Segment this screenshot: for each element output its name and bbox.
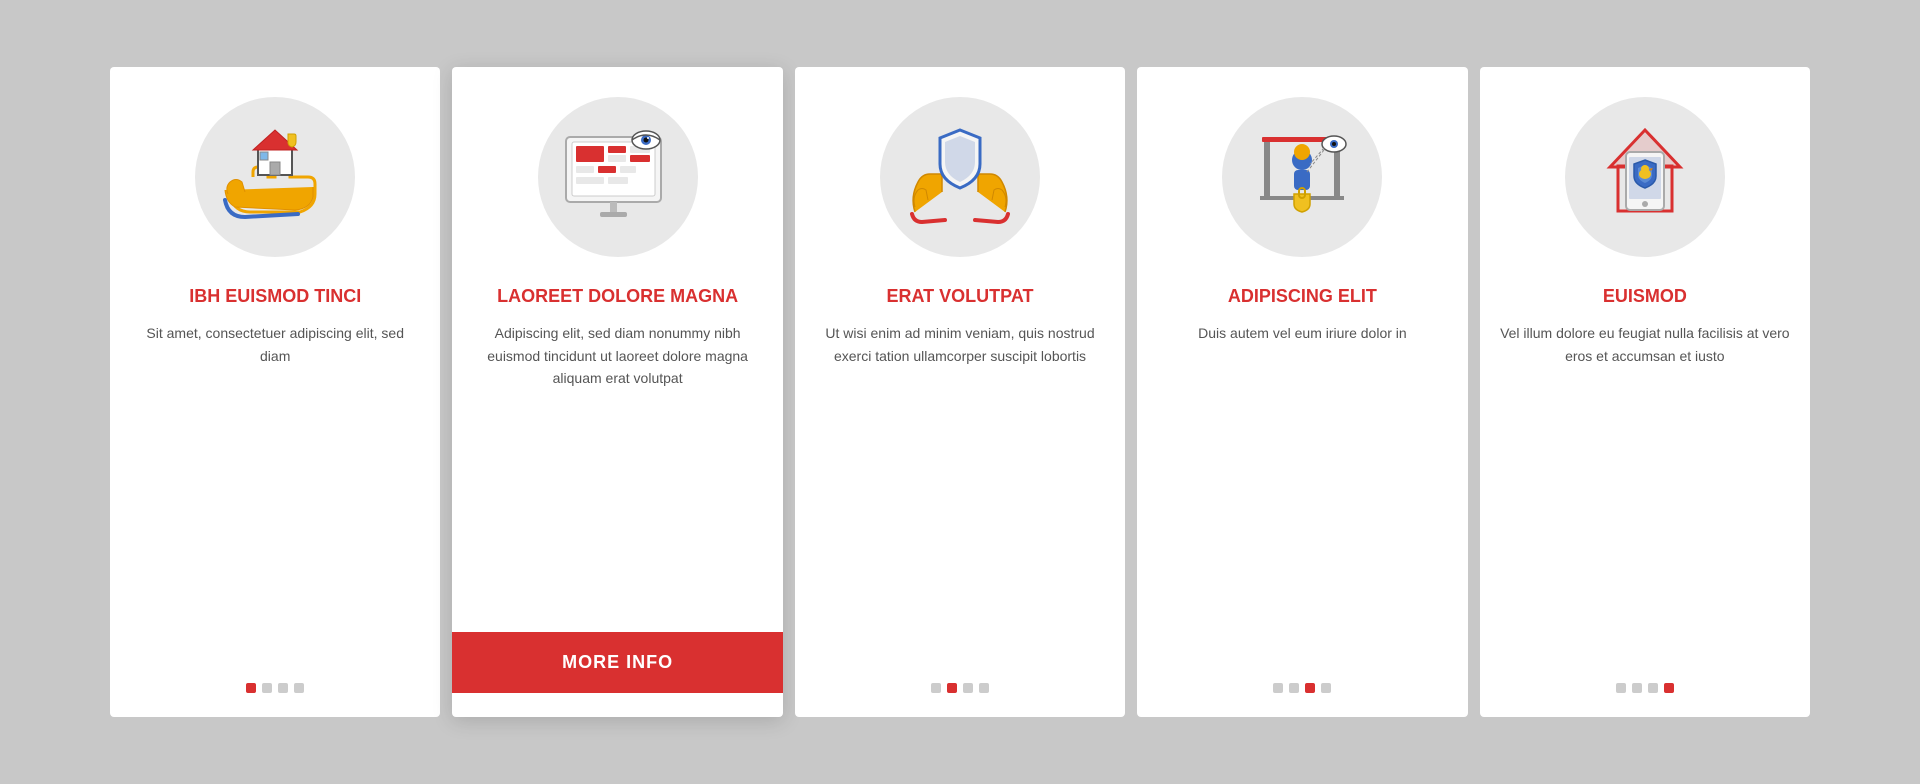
card-2-text: Adipiscing elit, sed diam nonummy nibh e…	[472, 322, 762, 604]
card-2: LAOREET DOLORE MAGNA Adipiscing elit, se…	[452, 67, 782, 717]
card-1-text: Sit amet, consectetuer adipiscing elit, …	[130, 322, 420, 655]
dot	[963, 683, 973, 693]
card-4: ADIPISCING ELIT Duis autem vel eum iriur…	[1137, 67, 1467, 717]
cards-container: IBH EUISMOD TINCI Sit amet, consectetuer…	[110, 67, 1810, 717]
phone-shield-icon	[1590, 122, 1700, 232]
dot	[1648, 683, 1658, 693]
dot	[947, 683, 957, 693]
dot	[278, 683, 288, 693]
hands-shield-icon	[900, 122, 1020, 232]
card-3-dots	[931, 683, 989, 693]
card-1-dots	[246, 683, 304, 693]
card-2-title: LAOREET DOLORE MAGNA	[497, 285, 738, 308]
dot	[246, 683, 256, 693]
dot	[931, 683, 941, 693]
card-4-dots	[1273, 683, 1331, 693]
dot	[1616, 683, 1626, 693]
dot	[294, 683, 304, 693]
person-surveillance-icon	[1242, 122, 1362, 232]
card-4-text: Duis autem vel eum iriure dolor in	[1198, 322, 1407, 655]
dot	[1305, 683, 1315, 693]
card-5-text: Vel illum dolore eu feugiat nulla facili…	[1500, 322, 1790, 655]
more-info-button[interactable]: MORE INFO	[452, 632, 782, 693]
dot	[1632, 683, 1642, 693]
icon-circle-5	[1565, 97, 1725, 257]
icon-circle-3	[880, 97, 1040, 257]
card-1: IBH EUISMOD TINCI Sit amet, consectetuer…	[110, 67, 440, 717]
dot	[1289, 683, 1299, 693]
card-5: EUISMOD Vel illum dolore eu feugiat null…	[1480, 67, 1810, 717]
icon-circle-1	[195, 97, 355, 257]
card-3: ERAT VOLUTPAT Ut wisi enim ad minim veni…	[795, 67, 1125, 717]
dot	[1321, 683, 1331, 693]
dot	[262, 683, 272, 693]
icon-circle-2	[538, 97, 698, 257]
dot	[1664, 683, 1674, 693]
dot	[1273, 683, 1283, 693]
card-5-dots	[1616, 683, 1674, 693]
card-3-text: Ut wisi enim ad minim veniam, quis nostr…	[815, 322, 1105, 655]
dot	[979, 683, 989, 693]
monitor-eye-icon	[558, 122, 678, 232]
card-3-title: ERAT VOLUTPAT	[887, 285, 1034, 308]
house-hand-icon	[220, 122, 330, 232]
icon-circle-4	[1222, 97, 1382, 257]
card-4-title: ADIPISCING ELIT	[1228, 285, 1377, 308]
card-5-title: EUISMOD	[1603, 285, 1687, 308]
card-1-title: IBH EUISMOD TINCI	[189, 285, 361, 308]
